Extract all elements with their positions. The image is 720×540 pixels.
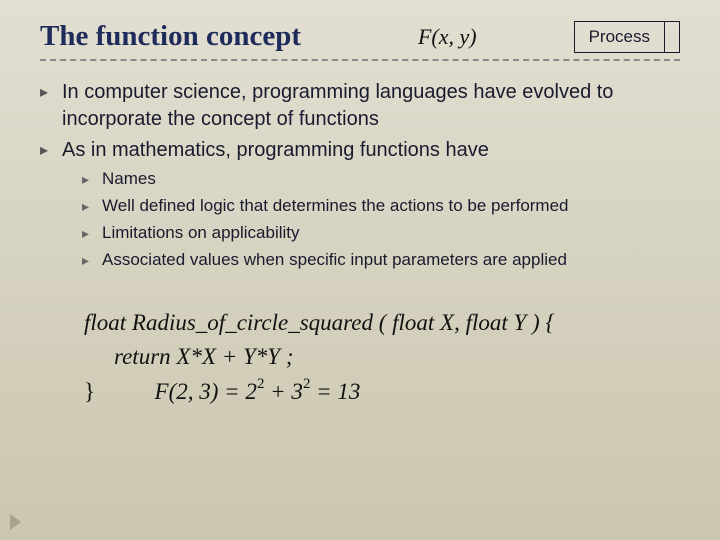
math-line-3: } F(2, 3) = 22 + 32 = 13 (84, 375, 680, 410)
math-line-1: float Radius_of_circle_squared ( float X… (84, 306, 680, 341)
fxy-label: F(x, y) (418, 24, 477, 50)
process-tab (665, 21, 680, 53)
divider (40, 59, 680, 61)
header: The function concept F(x, y) Process (40, 20, 680, 53)
bullet-icon: ▸ (40, 82, 62, 133)
bullet-1: ▸ In computer science, programming langu… (40, 79, 680, 133)
bullet-icon: ▸ (40, 140, 62, 164)
bullet-text: As in mathematics, programming functions… (62, 137, 489, 164)
process-label: Process (574, 21, 665, 53)
bullet-icon: ▸ (82, 197, 102, 218)
bullet-text: In computer science, programming languag… (62, 79, 680, 133)
slide: The function concept F(x, y) Process ▸ I… (0, 0, 720, 540)
subbullet-2: ▸ Well defined logic that determines the… (82, 195, 680, 218)
slide-title: The function concept (40, 20, 301, 53)
process-box: Process (574, 21, 680, 53)
content: ▸ In computer science, programming langu… (40, 79, 680, 409)
bullet-icon: ▸ (82, 170, 102, 191)
bullet-2: ▸ As in mathematics, programming functio… (40, 137, 680, 164)
subbullet-text: Names (102, 168, 156, 191)
next-slide-icon[interactable] (10, 514, 21, 530)
subbullet-text: Well defined logic that determines the a… (102, 195, 569, 218)
math-line-2: return X*X + Y*Y ; (84, 340, 680, 375)
bullet-icon: ▸ (82, 251, 102, 272)
subbullet-3: ▸ Limitations on applicability (82, 222, 680, 245)
bullet-icon: ▸ (82, 224, 102, 245)
subbullet-4: ▸ Associated values when specific input … (82, 249, 680, 272)
subbullet-1: ▸ Names (82, 168, 680, 191)
subbullet-text: Limitations on applicability (102, 222, 300, 245)
subbullet-text: Associated values when specific input pa… (102, 249, 567, 272)
code-math-block: float Radius_of_circle_squared ( float X… (40, 306, 680, 410)
